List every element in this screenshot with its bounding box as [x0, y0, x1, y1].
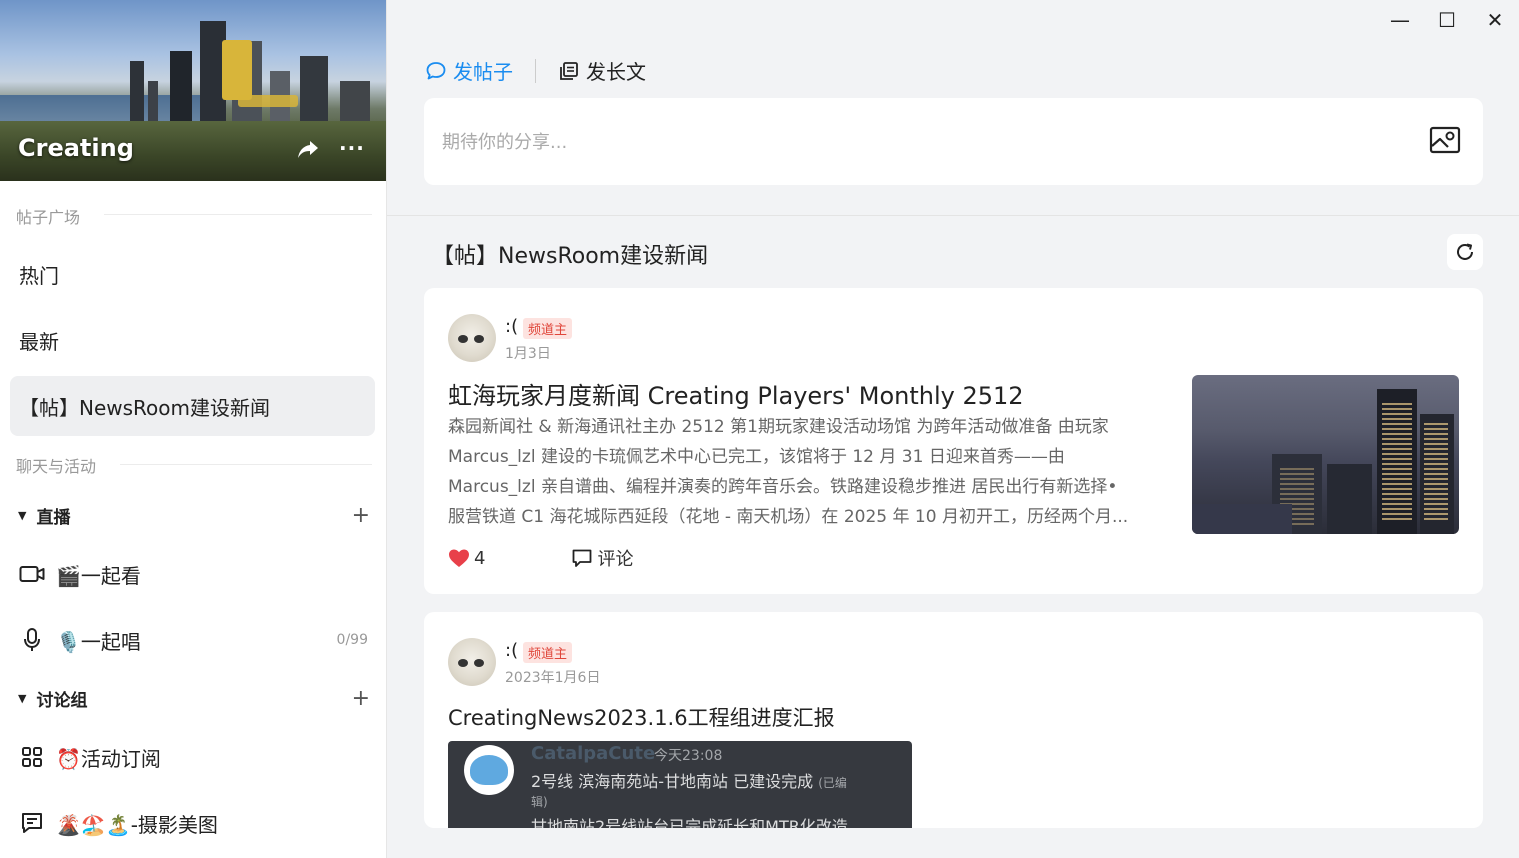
nav-item-hot[interactable]: 热门 — [10, 244, 375, 304]
excerpt-line: 服营铁道 C1 海花城际西延段（花地 - 南天机场）在 2025 年 10 月初… — [448, 507, 1129, 527]
group-label: 直播 — [36, 508, 71, 528]
chat-bubble-icon — [425, 60, 447, 82]
author-name[interactable]: :( — [505, 640, 518, 661]
author-name[interactable]: :( — [505, 316, 518, 337]
section-label-posts: 帖子广场 — [16, 208, 81, 227]
tab-post-label: 发帖子 — [453, 60, 513, 84]
post-title[interactable]: 虹海玩家月度新闻 Creating Players' Monthly 2512 — [448, 376, 1024, 411]
refresh-icon — [1457, 243, 1473, 260]
like-button[interactable]: 4 — [448, 548, 485, 569]
comment-icon — [573, 549, 592, 567]
post-card[interactable]: :( 频道主 1月3日 虹海玩家月度新闻 Creating Players' M… — [424, 288, 1483, 594]
channel-name: Creating — [18, 134, 134, 162]
post-title[interactable]: CreatingNews2023.1.6工程组进度汇报 — [448, 702, 835, 732]
section-label-chat: 聊天与活动 — [16, 457, 97, 476]
composer-box — [424, 98, 1483, 185]
edited-marker: 辑) — [531, 795, 548, 809]
group-label: 讨论组 — [36, 691, 88, 711]
divider — [120, 464, 372, 465]
excerpt-line: Marcus_lzl 亲自谱曲、编程并演奏的跨年音乐会。铁路建设稳步推进 居民出… — [448, 477, 1118, 497]
avatar[interactable] — [448, 638, 496, 686]
channel-label: 🎬一起看 — [56, 563, 141, 588]
tab-article-label: 发长文 — [586, 60, 646, 84]
refresh-button[interactable] — [1447, 234, 1483, 270]
share-icon[interactable] — [297, 140, 319, 165]
comment-button[interactable]: 评论 — [571, 545, 633, 571]
divider — [387, 215, 1519, 216]
channel-sidebar: Creating ··· 帖子广场 热门 最新 【帖】NewsRoom建设新闻 … — [0, 0, 387, 858]
main-panel: — ☐ ✕ 发帖子 发长文 【帖】NewsRoom建设新闻 — [387, 0, 1519, 858]
post-image[interactable] — [1192, 375, 1459, 534]
video-camera-icon — [18, 560, 46, 588]
divider — [104, 214, 372, 215]
group-live[interactable]: ▼ 直播 + — [18, 503, 370, 528]
nav-item-newsroom[interactable]: 【帖】NewsRoom建设新闻 — [10, 376, 375, 436]
post-embed-image[interactable]: CatalpaCute 今天23:08 2号线 滨海南苑站-甘地南站 已建设完成… — [448, 741, 912, 828]
avatar[interactable] — [448, 314, 496, 362]
apps-grid-icon — [18, 743, 46, 771]
post-actions: 4 评论 — [448, 545, 633, 571]
compose-tabs: 发帖子 发长文 — [425, 56, 646, 85]
tab-post[interactable]: 发帖子 — [425, 56, 513, 85]
post-date: 1月3日 — [505, 346, 551, 362]
post-excerpt[interactable]: 森园新闻社 & 新海通讯社主办 2512 第1期玩家建设活动场馆 为跨年活动做准… — [448, 412, 1160, 532]
like-count: 4 — [474, 547, 486, 569]
maximize-button[interactable]: ☐ — [1432, 8, 1462, 32]
member-count: 0/99 — [336, 632, 368, 648]
image-upload-icon[interactable] — [1429, 125, 1461, 159]
group-discussion[interactable]: ▼ 讨论组 + — [18, 686, 370, 711]
add-channel-button[interactable]: + — [352, 503, 370, 528]
feed-title: 【帖】NewsRoom建设新闻 — [432, 244, 709, 269]
copy-document-icon — [558, 60, 580, 82]
caret-down-icon: ▼ — [18, 692, 27, 705]
microphone-icon — [18, 626, 46, 654]
channel-photography[interactable]: 🌋🏖️🏝️-摄影美图 — [18, 798, 368, 848]
post-date: 2023年1月6日 — [505, 670, 601, 686]
comment-label: 评论 — [597, 549, 634, 570]
more-icon[interactable]: ··· — [339, 136, 365, 160]
channel-event-subscribe[interactable]: ⏰活动订阅 — [18, 732, 368, 782]
embed-text-main: 2号线 滨海南苑站-甘地南站 已建设完成 — [531, 772, 814, 791]
channel-banner: Creating ··· — [0, 0, 386, 181]
channel-label: ⏰活动订阅 — [56, 746, 161, 771]
embed-author: CatalpaCute — [531, 743, 656, 764]
message-square-icon — [18, 809, 46, 837]
caret-down-icon: ▼ — [18, 509, 27, 522]
embed-time: 今天23:08 — [654, 748, 723, 764]
share-input[interactable] — [442, 122, 1402, 162]
excerpt-line: Marcus_lzl 建设的卡琉佩艺术中心已完工，该馆将于 12 月 31 日迎… — [448, 447, 1065, 467]
edited-marker: (已编 — [818, 776, 847, 790]
close-button[interactable]: ✕ — [1480, 8, 1510, 32]
channel-watch-together[interactable]: 🎬一起看 — [18, 549, 368, 599]
tab-separator — [535, 58, 536, 83]
channel-label: 🌋🏖️🏝️-摄影美图 — [56, 812, 218, 837]
tab-article[interactable]: 发长文 — [558, 56, 646, 85]
excerpt-line: 森园新闻社 & 新海通讯社主办 2512 第1期玩家建设活动场馆 为跨年活动做准… — [448, 417, 1109, 437]
heart-icon — [449, 549, 469, 567]
channel-label: 🎙️一起唱 — [56, 629, 141, 654]
embed-text: 甘地南站2号线站台已完成延长和MTR化改造 — [531, 817, 848, 828]
minimize-button[interactable]: — — [1385, 8, 1415, 32]
owner-badge: 频道主 — [523, 642, 573, 663]
channel-sing-together[interactable]: 🎙️一起唱 0/99 — [18, 615, 368, 665]
avatar — [464, 745, 514, 795]
embed-text: 2号线 滨海南苑站-甘地南站 已建设完成 (已编 — [531, 768, 847, 792]
nav-item-latest[interactable]: 最新 — [10, 310, 375, 370]
post-card[interactable]: :( 频道主 2023年1月6日 CreatingNews2023.1.6工程组… — [424, 612, 1483, 828]
owner-badge: 频道主 — [523, 318, 573, 339]
add-channel-button[interactable]: + — [352, 686, 370, 711]
